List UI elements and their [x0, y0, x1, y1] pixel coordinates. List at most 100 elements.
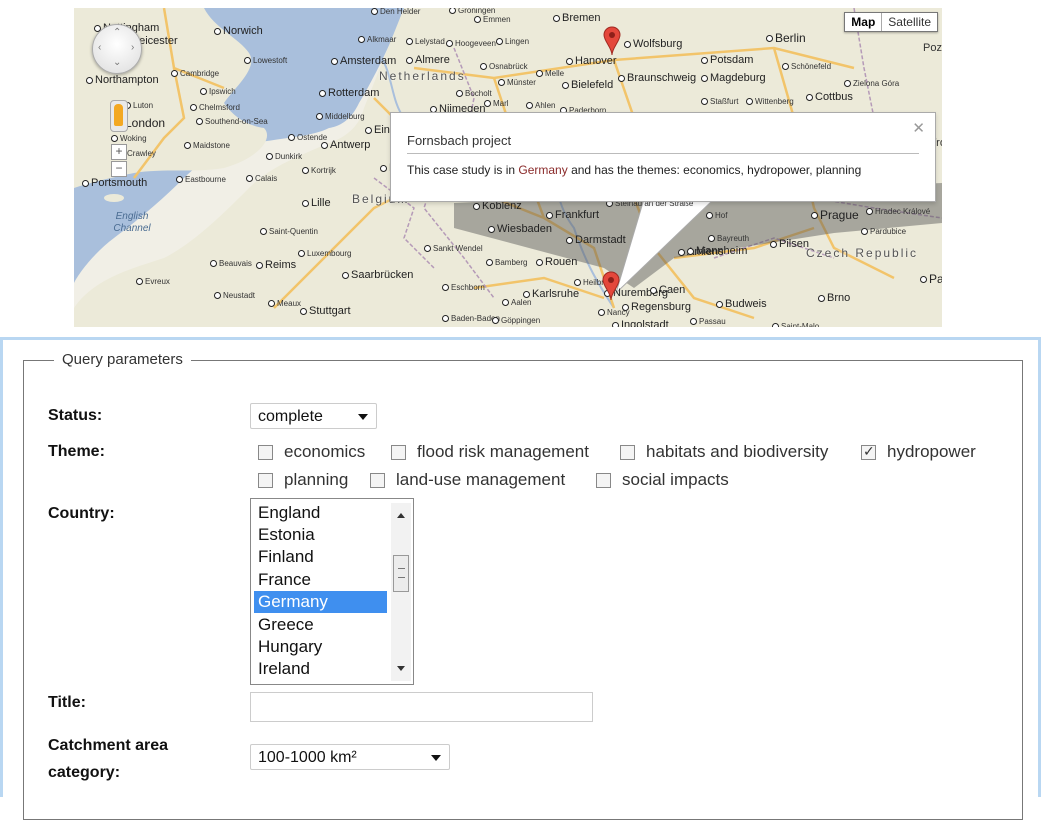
city-dot-icon [214, 27, 221, 35]
checkbox[interactable] [370, 472, 385, 488]
theme-checkbox-social-impacts[interactable]: social impacts [596, 470, 729, 490]
title-input[interactable] [250, 692, 593, 722]
city-name: Luxembourg [307, 249, 352, 258]
country-option[interactable]: France [254, 569, 387, 591]
city-label: Neustadt [212, 290, 255, 302]
country-option-selected[interactable]: Germany [254, 591, 387, 613]
city-label: Alkmaar [356, 34, 396, 46]
map-button[interactable]: Map [845, 13, 883, 31]
map-marker-icon[interactable] [603, 26, 621, 56]
checkbox-label: planning [284, 470, 349, 489]
city-label: Hoogeveen [444, 38, 496, 50]
city-name: Nancy [607, 308, 630, 317]
city-label: Mannheim [685, 245, 747, 257]
title-label: Title: [48, 694, 86, 711]
theme-checkbox-hydropower[interactable]: hydropower [861, 442, 976, 462]
city-dot-icon [298, 250, 305, 258]
city-dot-icon [566, 57, 573, 65]
theme-checkbox-economics[interactable]: economics [258, 442, 365, 462]
theme-checkbox-planning[interactable]: planning [258, 470, 348, 490]
pegman-icon[interactable] [110, 100, 128, 132]
city-label: Hanover [564, 55, 617, 67]
city-dot-icon [772, 323, 779, 327]
checkbox-label: social impacts [622, 470, 729, 489]
city-dot-icon [706, 212, 713, 220]
city-dot-icon [380, 164, 387, 172]
country-option[interactable]: England [254, 502, 387, 524]
city-name: Lingen [505, 37, 530, 46]
theme-checkbox-habitats-and-biodiversity[interactable]: habitats and biodiversity [620, 442, 828, 462]
close-icon[interactable]: ✕ [912, 119, 925, 137]
country-option[interactable]: Estonia [254, 524, 387, 546]
map-type-control[interactable]: Map Satellite [844, 12, 938, 32]
city-name: Mannheim [696, 245, 748, 257]
map-marker-icon[interactable] [602, 271, 620, 301]
checkbox[interactable] [258, 472, 273, 488]
city-label: Rotterdam [317, 87, 379, 99]
city-dot-icon [456, 90, 463, 98]
theme-checkbox-flood-risk-management[interactable]: flood risk management [391, 442, 589, 462]
city-dot-icon [210, 260, 217, 268]
city-dot-icon [302, 199, 309, 207]
country-option[interactable]: Finland [254, 546, 387, 568]
city-label: Luxembourg [296, 248, 351, 260]
city-label: Ipswich [198, 86, 236, 98]
country-option[interactable]: Hungary [254, 636, 387, 658]
city-name: Aalen [511, 298, 532, 307]
city-label: Potsdam [699, 54, 753, 66]
city-name: Bremen [562, 12, 601, 24]
theme-checkbox-land-use-management[interactable]: land-use management [370, 470, 565, 490]
zoom-in-button[interactable]: + [111, 144, 127, 160]
city-dot-icon [498, 79, 505, 87]
city-label: Wittenberg [744, 96, 794, 108]
city-dot-icon [200, 88, 207, 96]
map-view[interactable]: English Channel Netherlands Belgium Czec… [74, 8, 942, 327]
city-dot-icon [111, 135, 118, 143]
city-dot-icon [716, 300, 723, 308]
scroll-up-icon[interactable] [397, 513, 405, 518]
city-label: Amsterdam [329, 55, 396, 67]
pan-up-icon[interactable]: ⌃ [113, 27, 121, 38]
pan-control[interactable]: ⌃ ‹ › ⌄ [92, 24, 142, 74]
catchment-select-value: 100-1000 km² [258, 749, 357, 766]
country-link[interactable]: Germany [518, 163, 567, 177]
city-dot-icon [650, 286, 657, 294]
city-label: Wiesbaden [486, 223, 552, 235]
city-name: Staßfurt [710, 97, 739, 106]
city-dot-icon [598, 309, 605, 317]
checkbox[interactable] [596, 472, 611, 488]
pan-left-icon[interactable]: ‹ [98, 42, 101, 53]
city-name: Darmstadt [575, 234, 626, 246]
catchment-select[interactable]: 100-1000 km² [250, 744, 450, 770]
city-name: Evreux [145, 277, 170, 286]
country-scrollbar[interactable] [391, 503, 411, 681]
checkbox[interactable] [391, 444, 406, 460]
city-name: Eschborn [451, 283, 485, 292]
city-label: Eastbourne [174, 174, 226, 186]
zoom-out-button[interactable]: − [111, 161, 127, 177]
city-dot-icon [806, 93, 813, 101]
chevron-down-icon [358, 414, 368, 420]
scrollbar-thumb[interactable] [393, 555, 409, 592]
city-dot-icon [473, 202, 480, 210]
pan-down-icon[interactable]: ⌄ [113, 57, 121, 68]
city-label: Calais [244, 173, 277, 185]
city-dot-icon [136, 278, 143, 286]
city-label: Ahlen [524, 100, 555, 112]
checkbox[interactable] [861, 443, 876, 460]
city-name: Cambridge [180, 69, 220, 78]
city-dot-icon [526, 102, 533, 110]
scroll-down-icon[interactable] [397, 666, 405, 671]
country-option[interactable]: Ireland [254, 658, 387, 680]
city-name: Norwich [223, 25, 263, 37]
city-name: Hradec Králové [875, 207, 931, 216]
city-dot-icon [321, 141, 328, 149]
city-label: Prague [809, 209, 859, 221]
pan-right-icon[interactable]: › [131, 42, 134, 53]
checkbox[interactable] [620, 444, 635, 460]
country-option[interactable]: Greece [254, 614, 387, 636]
satellite-button[interactable]: Satellite [882, 13, 937, 31]
status-select[interactable]: complete [250, 403, 377, 429]
checkbox[interactable] [258, 444, 273, 460]
country-listbox[interactable]: England Estonia Finland France Germany G… [250, 498, 414, 685]
